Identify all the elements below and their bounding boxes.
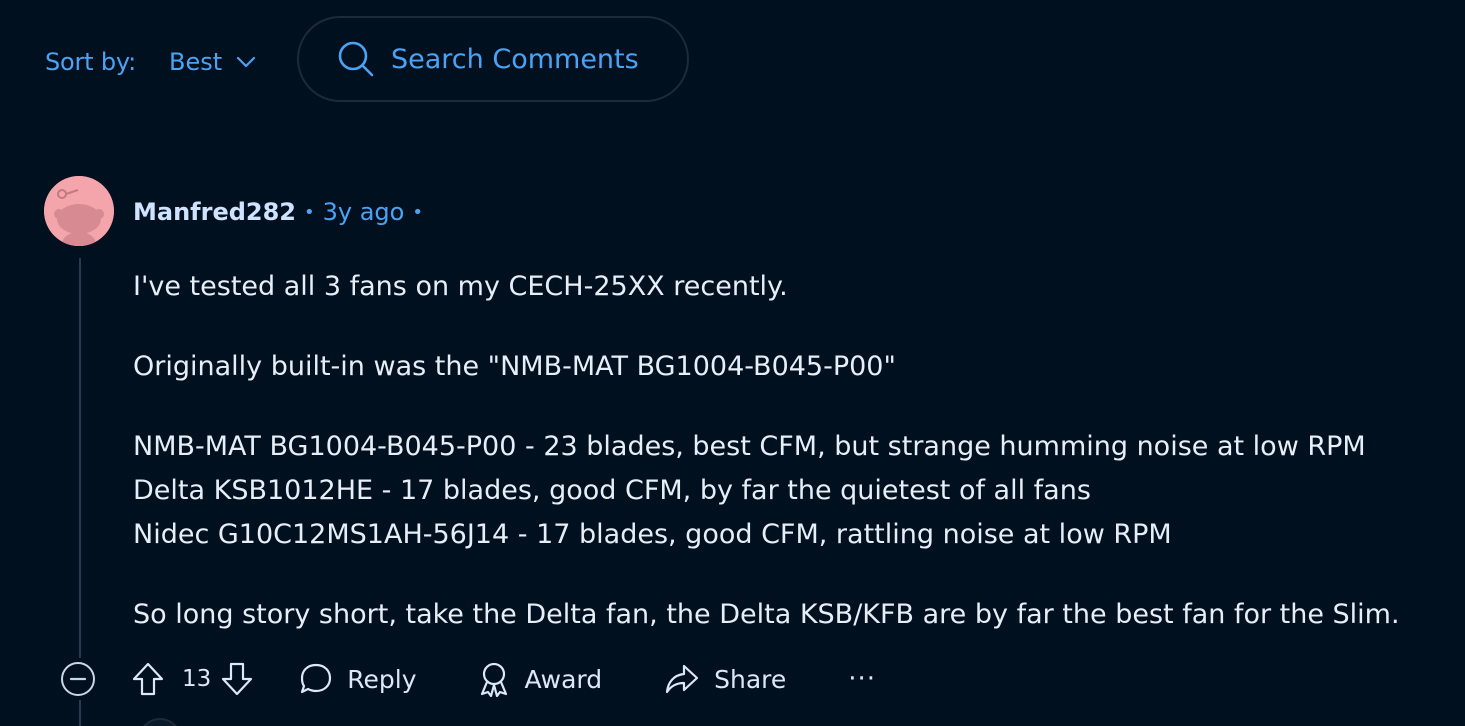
share-label: Share	[714, 664, 787, 694]
chevron-down-icon	[237, 56, 256, 68]
upvote-icon[interactable]	[132, 662, 164, 696]
sort-value: Best	[169, 48, 223, 76]
sort-label: Sort by:	[45, 48, 137, 76]
search-comments-input[interactable]: Search Comments	[297, 16, 689, 102]
separator-dot: •	[412, 201, 423, 223]
thread-line-continued[interactable]	[79, 700, 81, 726]
more-options-button[interactable]: ···	[848, 664, 876, 694]
separator-dot: •	[304, 201, 315, 223]
comment-line: I've tested all 3 fans on my CECH-25XX r…	[133, 271, 788, 302]
snoo-avatar-icon	[44, 176, 114, 246]
comments-page: Sort by: Best Search Comments Manfred282	[0, 0, 1465, 726]
award-button[interactable]: Award	[477, 661, 603, 697]
vote-count: 13	[182, 666, 212, 692]
share-button[interactable]: Share	[664, 663, 786, 695]
comment-line: NMB-MAT BG1004-B045-P00 - 23 blades, bes…	[133, 431, 1366, 462]
comment-actions: 13 Reply Award Share ···	[60, 655, 876, 703]
collapse-button[interactable]	[60, 661, 96, 697]
sort-dropdown[interactable]: Best	[169, 48, 256, 76]
comment-line: Delta KSB1012HE - 17 blades, good CFM, b…	[133, 475, 1091, 506]
minus-circle-icon	[61, 662, 95, 696]
comment-time[interactable]: 3y ago	[323, 198, 405, 226]
downvote-icon[interactable]	[221, 662, 253, 696]
share-arrow-icon	[666, 664, 699, 694]
ellipsis-icon: ···	[848, 664, 877, 694]
reply-button[interactable]: Reply	[299, 662, 417, 696]
reply-label: Reply	[347, 664, 417, 694]
search-placeholder: Search Comments	[391, 43, 639, 75]
avatar[interactable]	[44, 176, 114, 246]
comment-line: So long story short, take the Delta fan,…	[133, 599, 1400, 630]
comment-meta: Manfred282 • 3y ago •	[133, 194, 431, 230]
thread-line[interactable]	[79, 258, 81, 658]
speech-bubble-icon	[301, 663, 332, 694]
comment-body: I've tested all 3 fans on my CECH-25XX r…	[133, 265, 1433, 637]
sort-bar: Sort by: Best	[45, 44, 256, 80]
author-name[interactable]: Manfred282	[133, 198, 296, 226]
award-icon	[480, 662, 507, 697]
next-comment-avatar[interactable]	[138, 718, 182, 726]
comment-line: Nidec G10C12MS1AH-56J14 - 17 blades, goo…	[133, 519, 1172, 550]
award-label: Award	[524, 664, 603, 694]
comment-line: Originally built-in was the "NMB-MAT BG1…	[133, 351, 896, 382]
vote-controls: 13	[132, 662, 253, 696]
search-icon	[338, 41, 374, 77]
